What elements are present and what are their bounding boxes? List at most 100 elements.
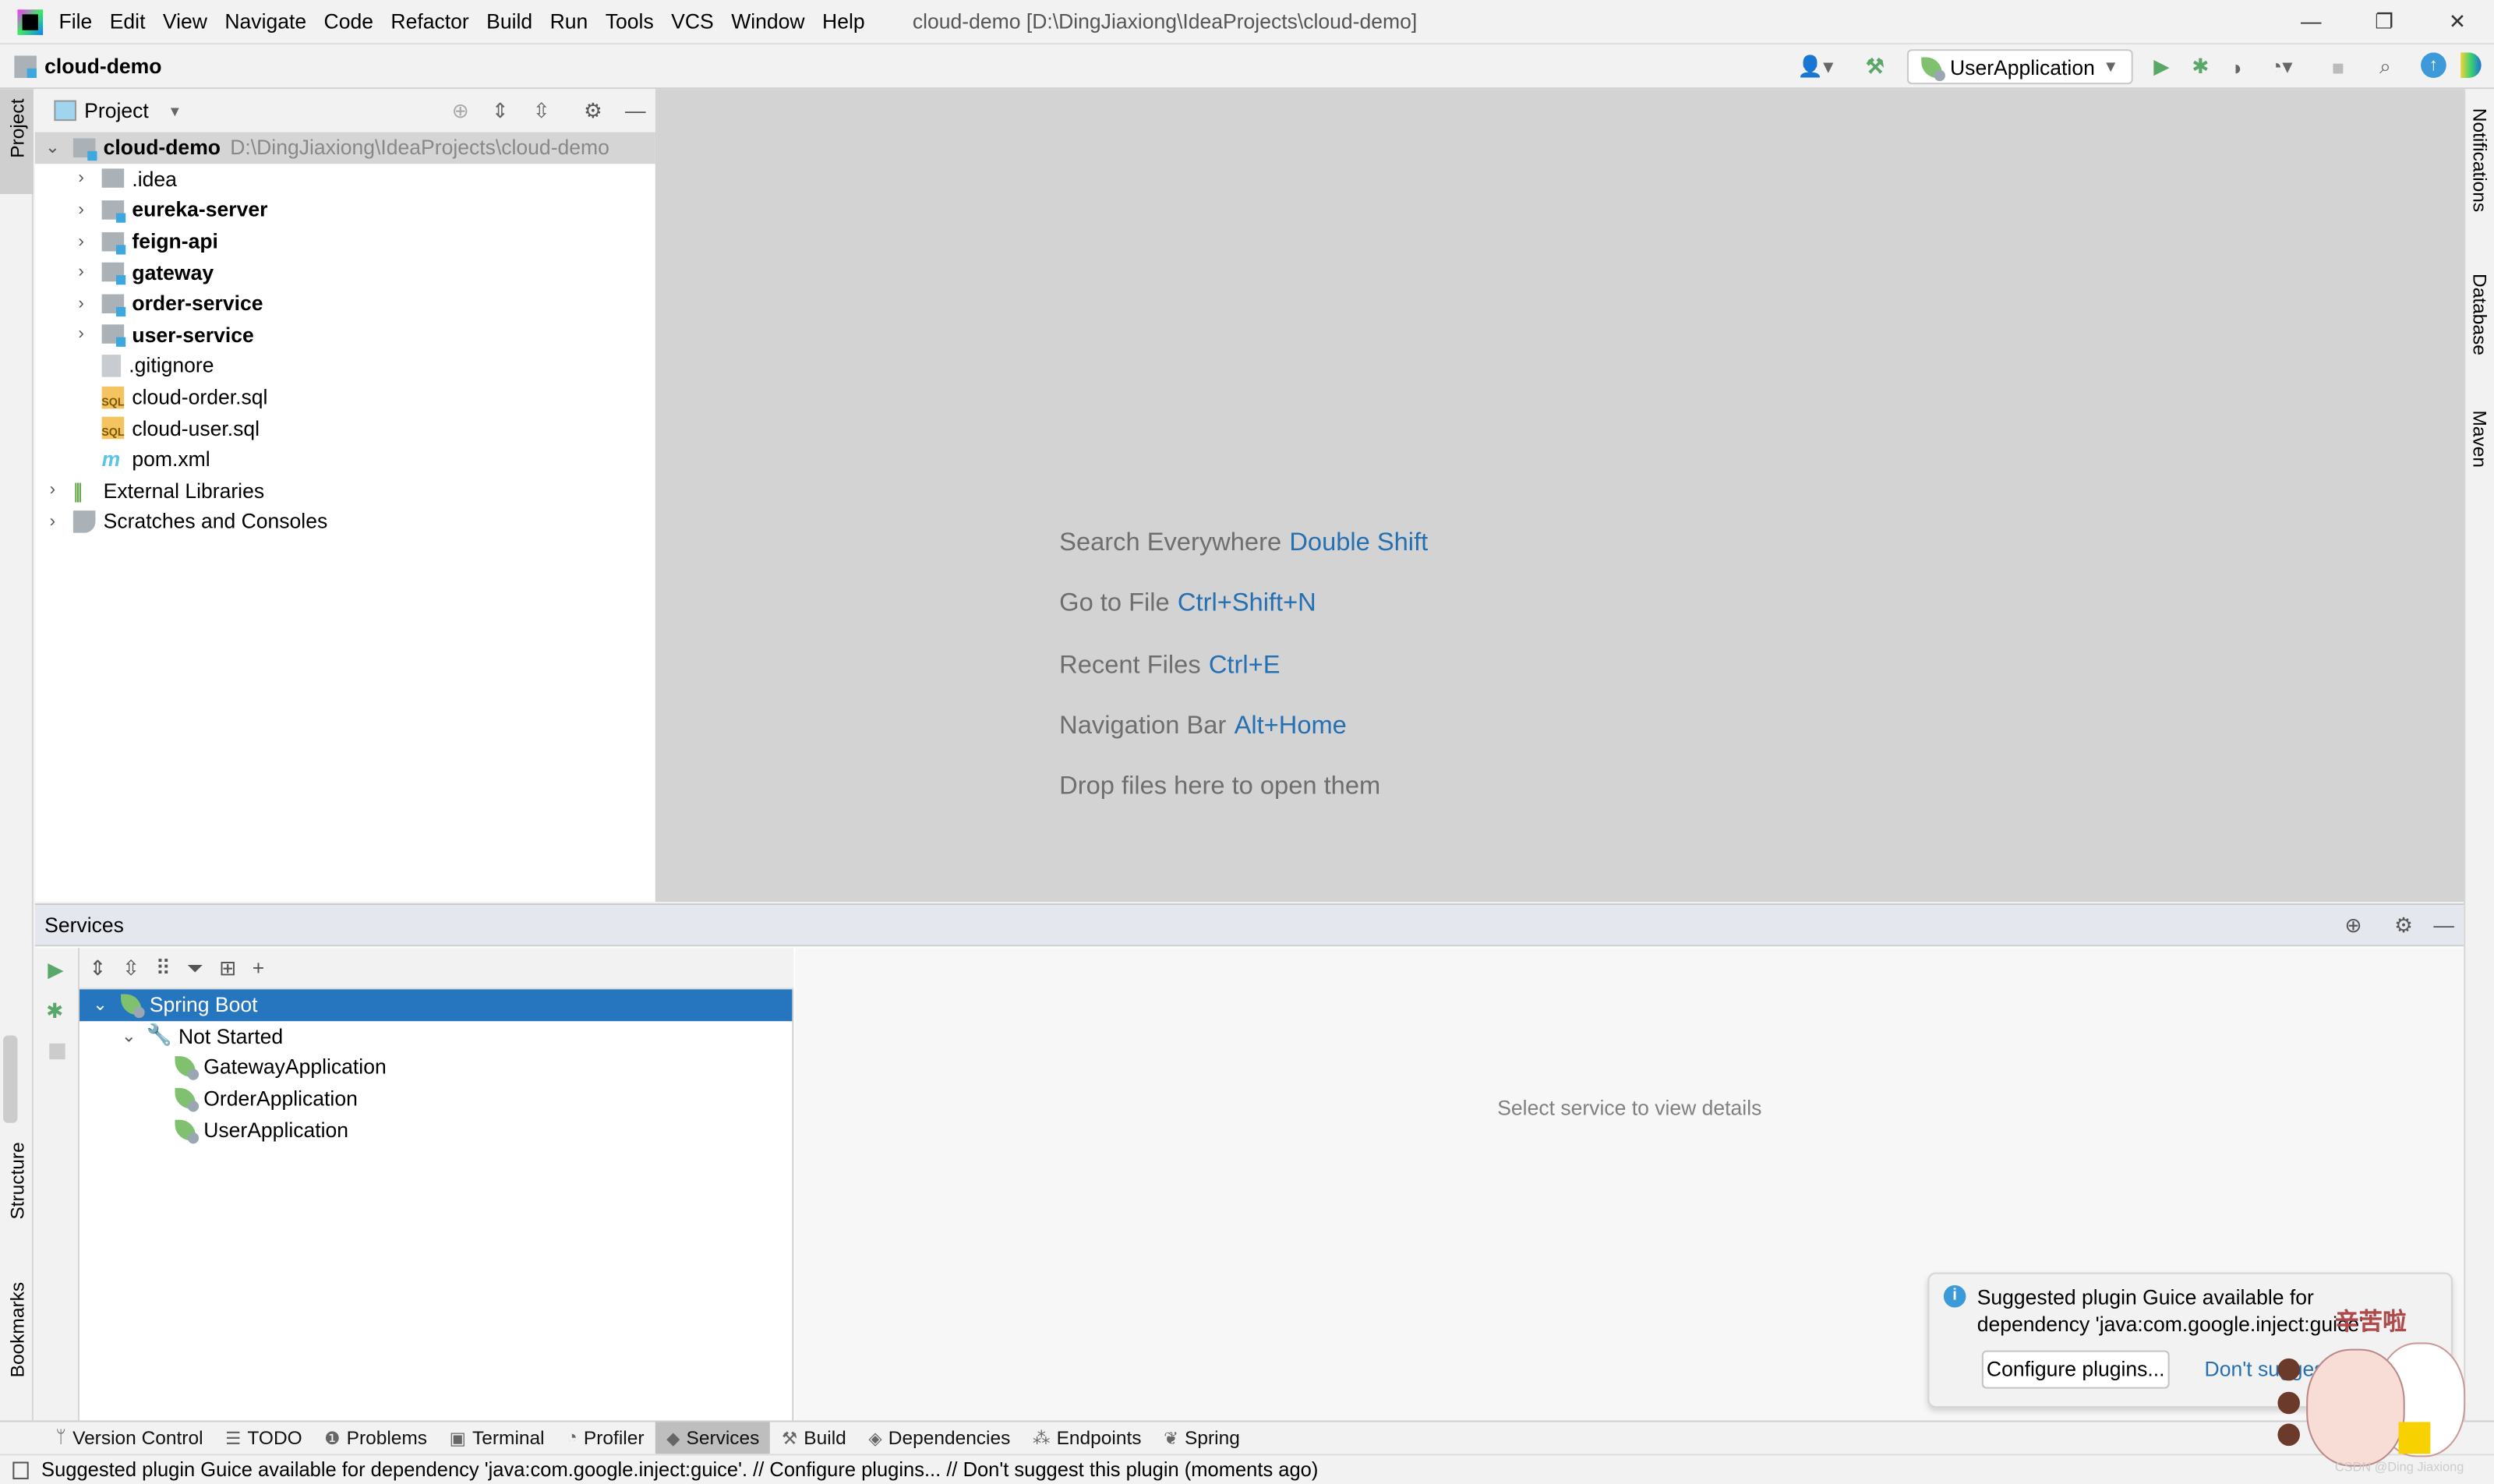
menu-code[interactable]: Code [324,9,373,34]
service-app[interactable]: GatewayApplication [79,1051,792,1083]
update-icon[interactable]: ↑ [2421,52,2446,78]
stop-icon[interactable]: ■ [2332,52,2344,81]
debug-icon[interactable]: ✱ [46,999,63,1025]
new-tab-icon[interactable]: ⊞ [219,956,236,981]
service-app[interactable]: UserApplication [79,1114,792,1145]
tool-tab-endpoints[interactable]: ⁂ Endpoints [1022,1421,1153,1454]
status-message[interactable]: Suggested plugin Guice available for dep… [41,1458,1318,1481]
tree-item[interactable]: SQL cloud-order.sql [35,381,655,412]
menu-navigate[interactable]: Navigate [224,9,306,34]
tree-item[interactable]: › eureka-server [35,194,655,225]
chevron-down-icon[interactable]: ▼ [168,103,182,118]
profile-icon[interactable]: ◔▾ [2270,52,2292,81]
project-tool-tab[interactable]: Project [0,89,34,194]
breadcrumb[interactable]: cloud-demo [14,54,161,78]
tool-tab-todo[interactable]: ☰ TODO [214,1421,313,1454]
service-spring-boot[interactable]: ⌄ Spring Boot [79,989,793,1021]
coverage-icon[interactable]: ◗ [2231,52,2244,81]
menu-build[interactable]: Build [486,9,532,34]
search-icon[interactable]: ⌕ [2379,52,2391,81]
stop-icon[interactable] [49,1043,65,1060]
chevron-right-icon[interactable]: › [70,325,93,344]
dependencies-icon: ◈ [868,1429,882,1449]
tree-item[interactable]: › gateway [35,256,655,288]
minimize-button[interactable]: — [2274,0,2347,44]
tool-tab-problems[interactable]: ❶ Problems [313,1421,438,1454]
tree-item-external-libraries[interactable]: › ||| External Libraries [35,475,655,506]
collapse-all-icon[interactable]: ⇳ [122,956,140,981]
debug-icon[interactable]: ✱ [2192,52,2209,81]
module-folder-icon [101,231,126,254]
tree-item[interactable]: m pom.xml [35,443,655,475]
tree-item[interactable]: .gitignore [35,350,655,381]
close-button[interactable]: ✕ [2421,0,2494,44]
terminal-icon: ▣ [449,1429,466,1449]
hide-icon[interactable]: — [625,99,646,123]
run-icon[interactable]: ▶ [2153,52,2169,81]
gear-icon[interactable]: ⚙ [584,98,602,124]
service-group-not-started[interactable]: ⌄ 🔧 Not Started [79,1020,792,1051]
chevron-right-icon[interactable]: › [70,294,93,313]
tree-item[interactable]: SQL cloud-user.sql [35,412,655,443]
status-toggle-icon[interactable] [12,1461,29,1479]
menu-refactor[interactable]: Refactor [390,9,468,34]
scroll-handle[interactable] [3,1035,18,1123]
run-configuration-select[interactable]: UserApplication ▼ [1906,49,2133,85]
menu-run[interactable]: Run [550,9,588,34]
shortcut: Double Shift [1289,529,1429,557]
tool-tab-build[interactable]: ⚒ Build [771,1421,857,1454]
chevron-right-icon[interactable]: › [70,169,93,188]
tool-tab-services[interactable]: ◆ Services [655,1421,771,1455]
module-folder-icon [101,325,126,348]
tree-root[interactable]: ⌄ cloud-demo D:\DingJiaxiong\IdeaProjects\… [34,132,655,164]
sql-file-icon: SQL [101,385,125,408]
tool-tab-terminal[interactable]: ▣ Terminal [438,1421,556,1454]
tree-item[interactable]: › user-service [35,319,655,350]
chevron-down-icon[interactable]: ⌄ [118,1026,140,1046]
chevron-right-icon[interactable]: › [41,512,64,531]
menu-edit[interactable]: Edit [110,9,146,34]
vcs-user-icon[interactable]: 👤▾ [1797,52,1833,81]
editor-empty-area[interactable]: Search Everywhere Double Shift Go to File C… [656,89,2464,903]
tool-tab-dependencies[interactable]: ◈ Dependencies [857,1421,1022,1454]
menu-tools[interactable]: Tools [606,9,654,34]
chevron-right-icon[interactable]: › [41,481,64,500]
menu-view[interactable]: View [163,9,207,34]
gear-icon[interactable]: ⚙ [2394,912,2413,938]
tree-item[interactable]: › order-service [35,288,655,319]
tool-tab-version-control[interactable]: ᛘ Version Control [44,1421,214,1454]
chevron-right-icon[interactable]: › [70,200,93,219]
module-icon [14,55,37,77]
restore-button[interactable]: ❐ [2347,0,2421,44]
group-by-icon[interactable]: ⠿ [156,956,171,981]
expand-all-icon[interactable]: ⇕ [89,956,106,981]
chevron-down-icon[interactable]: ⌄ [41,137,64,157]
build-hammer-icon[interactable]: ⚒ [1866,52,1885,81]
tree-item[interactable]: › feign-api [35,225,655,256]
tool-tab-profiler[interactable]: ◔ Profiler [556,1421,655,1454]
menu-vcs[interactable]: VCS [671,9,714,34]
tree-item[interactable]: › .idea [35,163,655,194]
configure-plugins-button[interactable]: Configure plugins... [1981,1350,2170,1389]
code-with-me-icon[interactable] [2460,52,2482,78]
menu-file[interactable]: File [59,9,93,34]
chevron-down-icon[interactable]: ⌄ [89,995,111,1015]
locate-icon[interactable]: ⊕ [2344,912,2362,938]
expand-all-icon[interactable]: ⇕ [492,98,509,124]
hide-icon[interactable]: — [2433,913,2454,937]
menu-help[interactable]: Help [822,9,865,34]
hammer-icon: ⚒ [781,1429,798,1449]
project-view-select[interactable]: Project [84,99,149,123]
service-app[interactable]: OrderApplication [79,1083,792,1114]
menu-window[interactable]: Window [731,9,804,34]
filter-icon[interactable]: ⏷ [186,956,203,981]
locate-icon[interactable]: ⊕ [452,98,469,124]
run-icon[interactable]: ▶ [48,958,63,984]
tool-tab-spring[interactable]: ❦ Spring [1153,1421,1251,1454]
collapse-all-icon[interactable]: ⇳ [533,98,550,124]
tree-item-scratches[interactable]: › Scratches and Consoles [35,506,655,537]
chevron-right-icon[interactable]: › [70,231,93,250]
sticker-text: 辛苦啦 [2334,1309,2407,1337]
add-service-icon[interactable]: + [253,956,264,980]
chevron-right-icon[interactable]: › [70,263,93,281]
